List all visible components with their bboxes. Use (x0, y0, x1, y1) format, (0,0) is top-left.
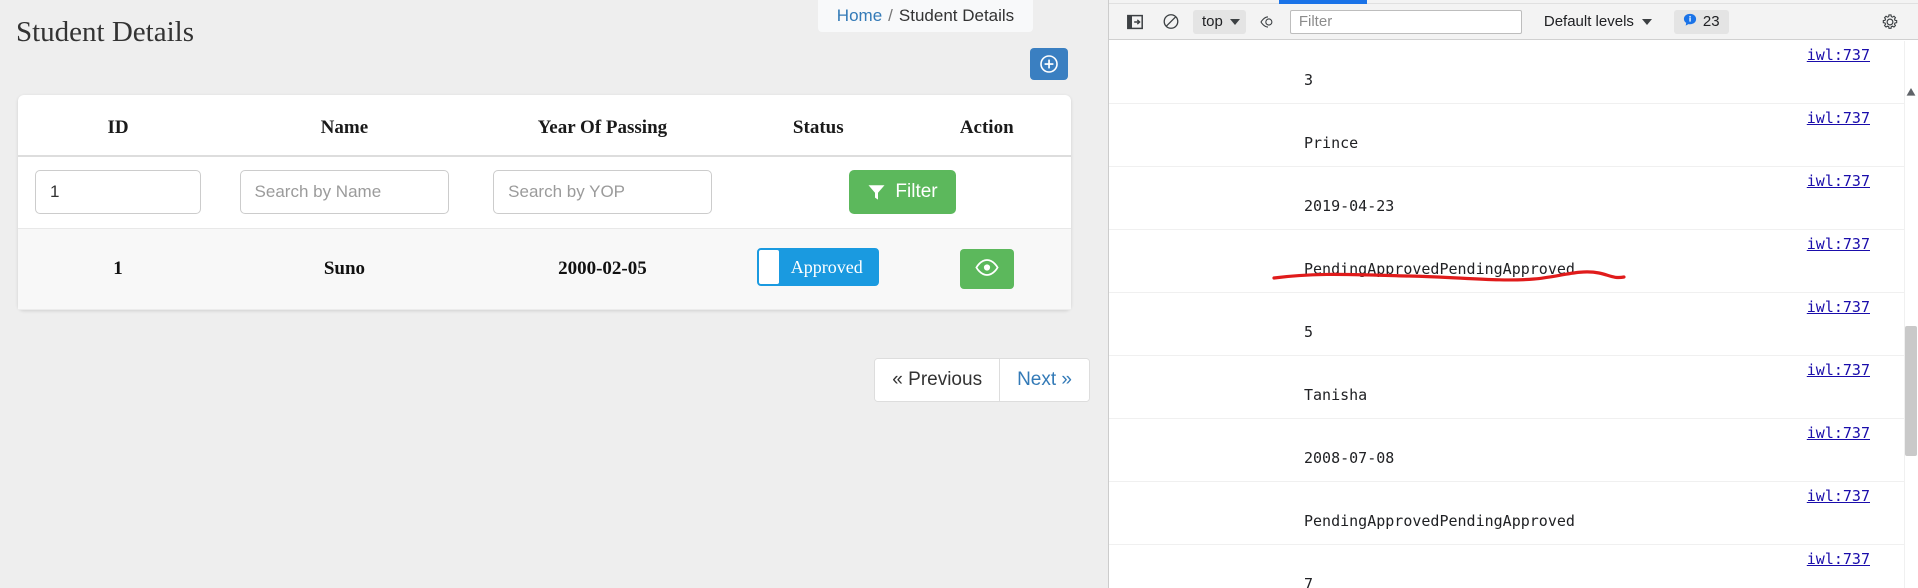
student-details-app: Home / Student Details Student Details I… (0, 0, 1108, 588)
plus-circle-icon (1040, 55, 1058, 73)
info-message-count-badge[interactable]: 23 (1673, 9, 1729, 34)
cell-action (902, 228, 1071, 310)
log-message: 2008-07-08 (1304, 449, 1395, 467)
page-title: Student Details (16, 16, 195, 48)
console-log-row[interactable]: iwl:737 7 (1109, 545, 1918, 588)
toggle-knob (759, 250, 780, 284)
live-expression-icon[interactable] (1254, 9, 1282, 35)
log-message: 5 (1304, 323, 1314, 341)
status-toggle[interactable]: Approved (757, 248, 880, 286)
info-count-label: 23 (1702, 13, 1720, 30)
log-source-link[interactable]: iwl:737 (1807, 424, 1870, 442)
info-bubble-icon (1683, 13, 1697, 31)
filter-cell-action: Filter (734, 156, 1071, 229)
search-name-input[interactable] (239, 170, 450, 214)
log-levels-label: Default levels (1543, 13, 1634, 30)
filter-button-label: Filter (895, 181, 938, 202)
breadcrumb: Home / Student Details (818, 0, 1033, 32)
log-source-link[interactable]: iwl:737 (1807, 235, 1870, 253)
log-source-link[interactable]: iwl:737 (1807, 550, 1870, 568)
log-message: 7 (1304, 575, 1314, 588)
pagination-previous[interactable]: « Previous (875, 359, 1001, 401)
column-header-yop: Year Of Passing (470, 95, 735, 157)
cell-id: 1 (18, 228, 219, 310)
devtools-tab-strip (1109, 0, 1918, 4)
console-log-list[interactable]: iwl:737 3 iwl:737 Prince iwl:737 2019-04-23 iw… (1109, 41, 1918, 588)
cell-name: Suno (218, 228, 471, 310)
log-source-link[interactable]: iwl:737 (1807, 109, 1870, 127)
log-message: 3 (1304, 71, 1314, 89)
funnel-icon (867, 183, 886, 202)
add-student-button[interactable] (1030, 48, 1068, 80)
student-table-card: ID Name Year Of Passing Status Action 1 … (18, 95, 1071, 310)
table-row: 1 Suno 2000-02-05 Approved (18, 228, 1071, 310)
console-scrollbar-thumb[interactable] (1905, 326, 1917, 456)
status-label: Approved (790, 256, 863, 277)
breadcrumb-home-link[interactable]: Home (837, 6, 882, 26)
console-filter-input[interactable] (1289, 9, 1522, 34)
log-message: Prince (1304, 134, 1359, 152)
log-source-link[interactable]: iwl:737 (1807, 172, 1870, 190)
console-log-row[interactable]: iwl:737 Tanisha (1109, 356, 1918, 419)
filter-button[interactable]: Filter (849, 170, 956, 214)
column-header-id: ID (18, 95, 219, 157)
log-source-link[interactable]: iwl:737 (1807, 298, 1870, 316)
column-header-action: Action (902, 95, 1071, 157)
active-tab-indicator (1279, 0, 1367, 4)
log-message: PendingApprovedPendingApproved (1304, 260, 1575, 278)
chevron-down-icon (1229, 18, 1240, 25)
cell-yop: 2000-02-05 (470, 228, 735, 310)
devtools-console-panel: top Default levels 23 (1108, 0, 1918, 588)
log-levels-selector[interactable]: Default levels (1540, 10, 1656, 34)
chevron-down-icon (1641, 18, 1652, 25)
console-log-row[interactable]: iwl:737 Prince (1109, 104, 1918, 167)
console-log-row[interactable]: iwl:737 2008-07-08 (1109, 419, 1918, 482)
filter-cell-yop (470, 156, 735, 229)
filter-cell-name (218, 156, 471, 229)
log-message: Tanisha (1304, 386, 1368, 404)
breadcrumb-separator: / (888, 6, 893, 25)
status-toggle-wrapper: Approved (757, 248, 880, 286)
console-toolbar: top Default levels 23 (1109, 4, 1918, 40)
console-log-row[interactable]: iwl:737 2019-04-23 (1109, 167, 1918, 230)
student-table: ID Name Year Of Passing Status Action 1 … (18, 95, 1071, 310)
breadcrumb-current: Student Details (898, 6, 1015, 25)
pagination: « Previous Next » (874, 358, 1090, 402)
log-source-link[interactable]: iwl:737 (1807, 361, 1870, 379)
search-yop-input[interactable] (493, 170, 712, 214)
log-source-link[interactable]: iwl:737 (1807, 46, 1870, 64)
filter-cell-id (18, 156, 219, 229)
console-log-row[interactable]: iwl:737 5 (1109, 293, 1918, 356)
table-header-row: ID Name Year Of Passing Status Action (18, 95, 1071, 157)
execution-context-selector[interactable]: top (1193, 9, 1246, 34)
console-log-row[interactable]: iwl:737 PendingApprovedPendingApproved (1109, 482, 1918, 545)
gear-icon[interactable] (1876, 9, 1904, 35)
cell-status: Approved (734, 228, 903, 310)
table-filter-row: Filter (18, 156, 1071, 229)
add-row-container (0, 48, 1090, 88)
console-scrollbar-track[interactable] (1904, 41, 1918, 588)
column-header-status: Status (734, 95, 903, 157)
show-console-sidebar-icon[interactable] (1121, 9, 1149, 35)
log-message: 2019-04-23 (1304, 197, 1395, 215)
search-id-input[interactable] (35, 170, 202, 214)
pagination-next[interactable]: Next » (1000, 359, 1089, 401)
eye-icon (975, 259, 999, 279)
view-student-button[interactable] (959, 249, 1014, 289)
column-header-name: Name (218, 95, 471, 157)
clear-console-icon[interactable] (1157, 9, 1185, 35)
console-log-row[interactable]: iwl:737 3 (1109, 41, 1918, 104)
console-log-row[interactable]: iwl:737 PendingApprovedPendingApproved (1109, 230, 1918, 293)
log-source-link[interactable]: iwl:737 (1807, 487, 1870, 505)
scroll-up-arrow-icon[interactable] (1906, 87, 1916, 97)
execution-context-label: top (1202, 13, 1223, 30)
log-message: PendingApprovedPendingApproved (1304, 512, 1575, 530)
